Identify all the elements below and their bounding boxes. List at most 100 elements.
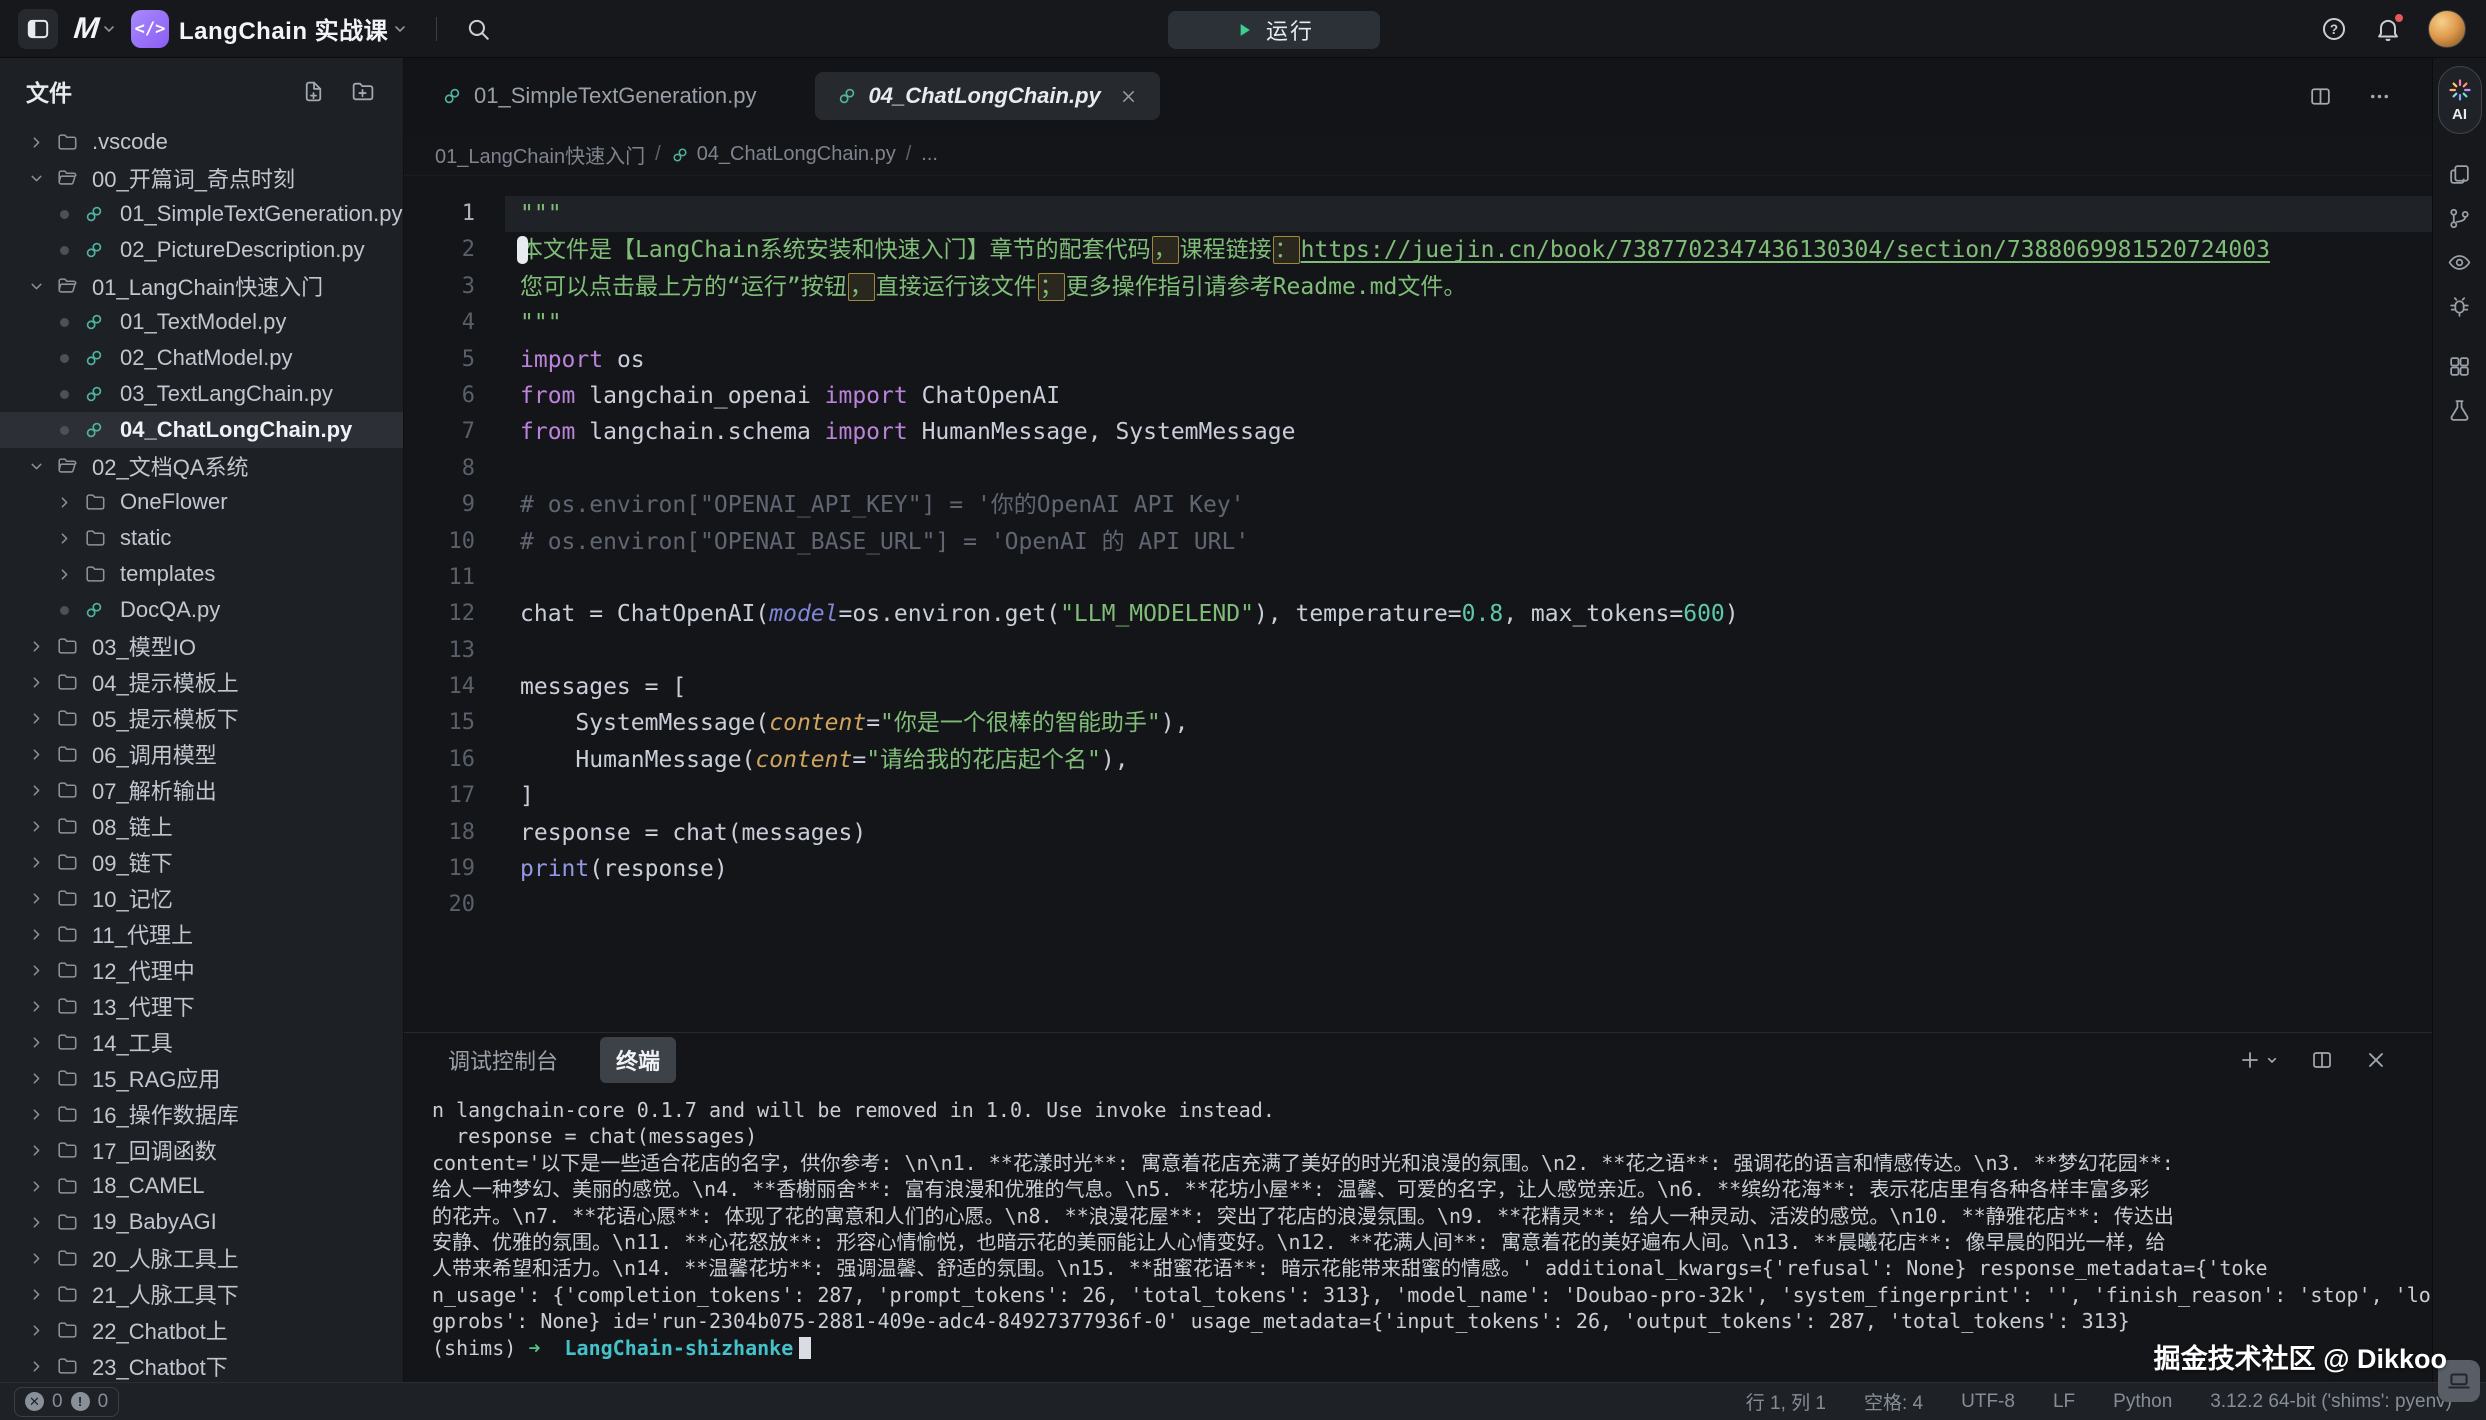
status-item[interactable]: 行 1, 列 1	[1746, 1388, 1826, 1415]
marscode-logo[interactable]: M	[72, 12, 117, 46]
help-button[interactable]: ?	[2320, 15, 2348, 43]
preview-icon[interactable]	[2438, 240, 2482, 284]
warnings-count: 0	[98, 1391, 109, 1413]
code-text	[505, 887, 2432, 923]
run-button[interactable]: 运行	[1168, 11, 1380, 49]
tree-row[interactable]: static	[0, 520, 403, 556]
status-item[interactable]: UTF-8	[1961, 1391, 2015, 1413]
user-avatar[interactable]	[2428, 10, 2466, 48]
debug-icon[interactable]	[2438, 284, 2482, 328]
tree-row[interactable]: 14_工具	[0, 1024, 403, 1060]
status-item[interactable]: LF	[2053, 1391, 2075, 1413]
tree-item-label: 08_链上	[92, 810, 173, 842]
terminal-output[interactable]: n langchain-core 0.1.7 and will be remov…	[404, 1087, 2432, 1382]
tree-row[interactable]: 02_文档QA系统	[0, 448, 403, 484]
tree-row[interactable]: 15_RAG应用	[0, 1060, 403, 1096]
tree-row[interactable]: 20_人脉工具上	[0, 1240, 403, 1276]
notifications-button[interactable]	[2374, 15, 2402, 43]
tree-row[interactable]: 17_回调函数	[0, 1132, 403, 1168]
tree-row[interactable]: 08_链上	[0, 808, 403, 844]
tree-row[interactable]: 02_ChatModel.py	[0, 340, 403, 376]
tree-row[interactable]: DocQA.py	[0, 592, 403, 628]
project-switcher[interactable]: </> LangChain 实战课	[131, 10, 408, 48]
files-icon[interactable]	[2438, 152, 2482, 196]
chevron-right-icon	[24, 926, 48, 943]
folder-icon	[56, 1355, 78, 1377]
code-token: model	[769, 601, 838, 627]
editor-tab[interactable]: 01_SimpleTextGeneration.py	[420, 72, 779, 120]
tree-row[interactable]: 01_TextModel.py	[0, 304, 403, 340]
new-terminal-button[interactable]	[2238, 1048, 2280, 1072]
close-tab-icon[interactable]	[1119, 87, 1138, 106]
tree-row[interactable]: 04_ChatLongChain.py	[0, 412, 403, 448]
ai-assistant-button[interactable]: AI	[2438, 66, 2482, 134]
tree-row[interactable]: 06_调用模型	[0, 736, 403, 772]
search-button[interactable]	[465, 16, 491, 42]
tree-row[interactable]: 04_提示模板上	[0, 664, 403, 700]
split-editor-icon[interactable]	[2308, 84, 2333, 109]
tree-row[interactable]: 11_代理上	[0, 916, 403, 952]
code-token: langchain_openai	[575, 383, 824, 409]
tree-row[interactable]: 09_链下	[0, 844, 403, 880]
breadcrumb-item[interactable]: ...	[921, 143, 938, 166]
tree-row[interactable]: 13_代理下	[0, 988, 403, 1024]
folder-open-icon	[56, 167, 78, 189]
extensions-icon[interactable]	[2438, 344, 2482, 388]
tree-row[interactable]: 03_模型IO	[0, 628, 403, 664]
tree-row[interactable]: 03_TextLangChain.py	[0, 376, 403, 412]
code-line: 13	[404, 633, 2432, 669]
tree-row[interactable]: 19_BabyAGI	[0, 1204, 403, 1240]
device-preview-button[interactable]	[2438, 1360, 2480, 1402]
python-file-icon	[671, 146, 689, 164]
tree-row[interactable]: 10_记忆	[0, 880, 403, 916]
code-editor[interactable]: 1"""2本文件是【LangChain系统安装和快速入门】章节的配套代码，课程链…	[404, 176, 2432, 1032]
code-token: 您可以点击最上方的“运行”按钮	[520, 274, 847, 300]
code-token: ，	[1152, 236, 1179, 264]
python-file-icon	[84, 204, 106, 224]
tree-row[interactable]: 07_解析输出	[0, 772, 403, 808]
panel-header: 调试控制台终端	[404, 1033, 2432, 1087]
toggle-sidebar-button[interactable]	[18, 9, 58, 49]
tree-row[interactable]: 16_操作数据库	[0, 1096, 403, 1132]
status-item[interactable]: 空格: 4	[1864, 1388, 1923, 1415]
tree-row[interactable]: 01_LangChain快速入门	[0, 268, 403, 304]
code-token: ，	[848, 273, 875, 301]
test-icon[interactable]	[2438, 388, 2482, 432]
breadcrumb-item[interactable]: 04_ChatLongChain.py	[671, 143, 896, 166]
tree-row[interactable]: 22_Chatbot上	[0, 1312, 403, 1348]
tree-item-label: 16_操作数据库	[92, 1098, 239, 1130]
status-item[interactable]: 3.12.2 64-bit ('shims': pyenv)	[2210, 1391, 2452, 1413]
new-file-icon[interactable]	[301, 79, 326, 104]
tree-row[interactable]: 21_人脉工具下	[0, 1276, 403, 1312]
source-control-icon[interactable]	[2438, 196, 2482, 240]
chevron-right-icon	[24, 1106, 48, 1123]
folder-icon	[56, 1067, 78, 1089]
tree-row[interactable]: 00_开篇词_奇点时刻	[0, 160, 403, 196]
code-token: "LLM_MODELEND"	[1060, 601, 1254, 627]
code-token: messages = [	[520, 674, 686, 700]
folder-icon	[56, 815, 78, 837]
panel-tab[interactable]: 终端	[600, 1037, 676, 1083]
new-folder-icon[interactable]	[350, 79, 375, 104]
status-bar: ✕ 0 ! 0 行 1, 列 1 空格: 4 UTF-8 LF Python 3.12.2…	[0, 1382, 2486, 1420]
tree-row[interactable]: 01_SimpleTextGeneration.py	[0, 196, 403, 232]
tree-row[interactable]: 02_PictureDescription.py	[0, 232, 403, 268]
editor-tab[interactable]: 04_ChatLongChain.py	[815, 72, 1160, 120]
code-line: 1"""	[404, 196, 2432, 232]
code-line: 11	[404, 560, 2432, 596]
breadcrumb-item[interactable]: 01_LangChain快速入门	[435, 140, 645, 169]
tree-row[interactable]: 23_Chatbot下	[0, 1348, 403, 1382]
close-panel-icon[interactable]	[2364, 1048, 2388, 1072]
tree-row[interactable]: 18_CAMEL	[0, 1168, 403, 1204]
tree-row[interactable]: 12_代理中	[0, 952, 403, 988]
tree-row[interactable]: OneFlower	[0, 484, 403, 520]
tree-row[interactable]: 05_提示模板下	[0, 700, 403, 736]
tree-row[interactable]: .vscode	[0, 124, 403, 160]
tree-row[interactable]: templates	[0, 556, 403, 592]
breadcrumb-label: 04_ChatLongChain.py	[697, 143, 896, 166]
status-item[interactable]: Python	[2113, 1391, 2172, 1413]
panel-tab[interactable]: 调试控制台	[432, 1037, 574, 1083]
more-actions-icon[interactable]	[2367, 84, 2392, 109]
split-panel-icon[interactable]	[2310, 1048, 2334, 1072]
problems-indicator[interactable]: ✕ 0 ! 0	[14, 1387, 119, 1417]
